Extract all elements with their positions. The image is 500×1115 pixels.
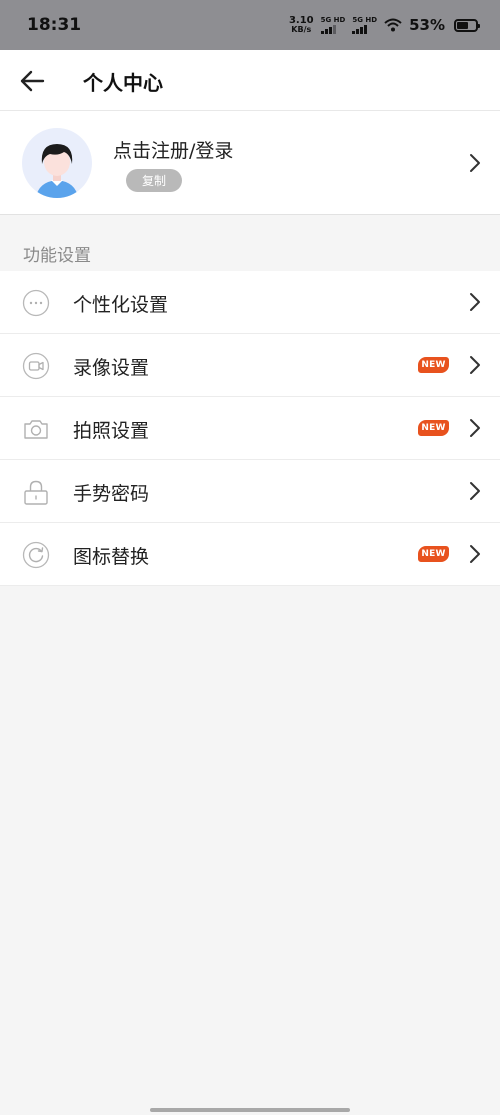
user-avatar-icon	[36, 144, 78, 198]
signal-bars-icon	[352, 24, 368, 34]
lock-icon	[24, 480, 48, 505]
new-badge: NEW	[418, 420, 449, 436]
login-register-link[interactable]: 点击注册/登录	[113, 136, 233, 163]
menu-item-photo-settings[interactable]: 拍照设置 NEW	[0, 397, 500, 460]
menu-item-video-settings[interactable]: 录像设置 NEW	[0, 334, 500, 397]
status-indicators: 3.10 KB/s 5G HD 5G HD 53%	[288, 15, 480, 35]
video-camera-icon	[22, 352, 50, 380]
status-time: 18:31	[27, 15, 82, 35]
status-bar: 18:31 3.10 KB/s 5G HD 5G HD 53%	[0, 0, 500, 50]
network-speed: 3.10 KB/s	[288, 15, 314, 35]
chevron-right-icon	[470, 154, 480, 172]
menu-item-label: 拍照设置	[73, 420, 150, 442]
chevron-right-icon	[470, 482, 480, 500]
menu-item-label: 图标替换	[73, 546, 150, 568]
menu-item-label: 录像设置	[73, 357, 150, 379]
network-speed-value: 3.10	[288, 15, 314, 26]
menu-item-label: 手势密码	[73, 483, 150, 505]
chevron-right-icon	[470, 356, 480, 374]
battery-percent: 53%	[409, 16, 445, 34]
avatar[interactable]	[22, 128, 92, 198]
section-label: 功能设置	[23, 246, 91, 266]
home-indicator[interactable]	[150, 1108, 350, 1112]
more-dots-icon	[22, 289, 50, 317]
refresh-icon	[22, 541, 50, 569]
chevron-right-icon	[470, 293, 480, 311]
settings-menu: 个性化设置 录像设置 NEW 拍照设置 NEW 手势密码 图标替换 NEW	[0, 271, 500, 586]
wifi-icon	[384, 18, 402, 32]
menu-item-gesture-password[interactable]: 手势密码	[0, 460, 500, 523]
signal-2-label: 5G HD	[352, 15, 378, 24]
chevron-right-icon	[470, 419, 480, 437]
signal-bars-icon	[320, 24, 336, 34]
signal-1-label: 5G HD	[320, 15, 346, 24]
new-badge: NEW	[418, 546, 449, 562]
chevron-right-icon	[470, 545, 480, 563]
battery-icon	[454, 18, 480, 32]
network-speed-unit: KB/s	[291, 25, 312, 34]
signal-1: 5G HD	[320, 15, 346, 34]
signal-2: 5G HD	[352, 15, 378, 34]
camera-icon	[24, 420, 48, 439]
copy-button[interactable]: 复制	[126, 169, 182, 192]
menu-item-personalization[interactable]: 个性化设置	[0, 271, 500, 334]
menu-item-icon-replace[interactable]: 图标替换 NEW	[0, 523, 500, 586]
profile-card[interactable]: 点击注册/登录 复制	[0, 111, 500, 215]
arrow-left-icon	[20, 70, 45, 92]
back-button[interactable]	[16, 65, 48, 97]
page-title: 个人中心	[83, 71, 163, 95]
new-badge: NEW	[418, 357, 449, 373]
battery-level-fill	[457, 21, 468, 29]
menu-item-label: 个性化设置	[73, 294, 169, 316]
page-header: 个人中心	[0, 50, 500, 111]
